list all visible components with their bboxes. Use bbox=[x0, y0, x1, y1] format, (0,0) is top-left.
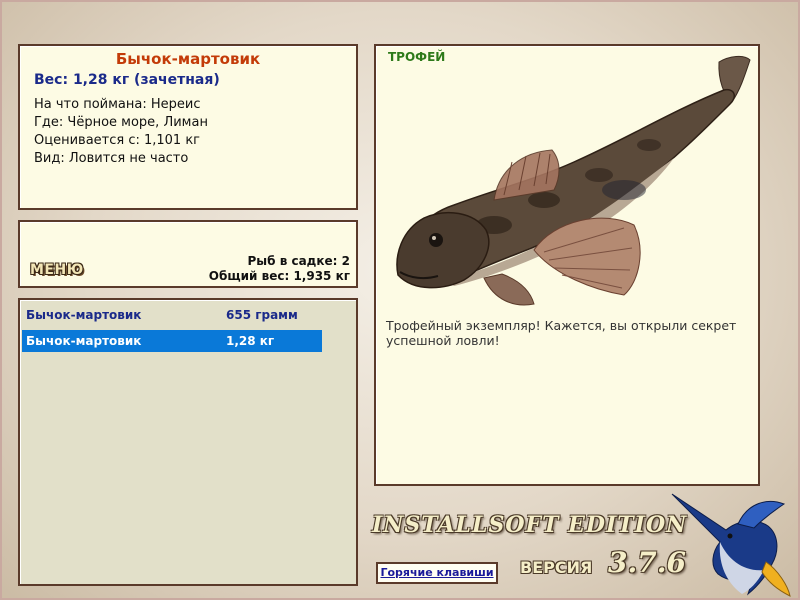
list-item-name: Бычок-мартовик bbox=[26, 334, 142, 348]
menu-panel: МЕНЮ Рыб в садке: 2 Общий вес: 1,935 кг bbox=[18, 220, 358, 288]
total-weight: Общий вес: 1,935 кг bbox=[208, 269, 350, 283]
version-label: ВЕРСИЯ bbox=[520, 558, 593, 577]
bait-line: На что поймана: Нереис bbox=[34, 97, 201, 112]
trophy-tag: ТРОФЕЙ bbox=[388, 50, 446, 64]
list-item[interactable]: Бычок-мартовик 655 грамм bbox=[22, 304, 322, 326]
location-line: Где: Чёрное море, Лиман bbox=[34, 115, 208, 130]
installsoft-logo: INSTALLSOFT EDITION bbox=[372, 512, 688, 538]
trophy-description: Трофейный экземпляр! Кажется, вы открыли… bbox=[386, 318, 737, 348]
trophy-panel: ТРОФЕЙ Трофейный экземпляр! Кажется, вы … bbox=[374, 44, 760, 486]
valued-from-line: Оценивается с: 1,101 кг bbox=[34, 133, 201, 148]
catch-info-panel: Бычок-мартовик Вес: 1,28 кг (зачетная) Н… bbox=[18, 44, 358, 210]
goby-fish-image bbox=[396, 55, 751, 306]
fish-count: Рыб в садке: 2 bbox=[247, 254, 351, 268]
hotkeys-button[interactable]: Горячие клавиши bbox=[376, 562, 498, 584]
keepnet-stats: Рыб в садке: 2 Общий вес: 1,935 кг bbox=[209, 254, 350, 284]
marlin-logo-icon bbox=[671, 493, 791, 597]
list-item-weight: 655 грамм bbox=[226, 308, 298, 322]
menu-button[interactable]: МЕНЮ bbox=[30, 262, 84, 278]
fish-name-title: Бычок-мартовик bbox=[115, 50, 261, 68]
fish-weight: Вес: 1,28 кг (зачетная) bbox=[34, 72, 220, 88]
kind-line: Вид: Ловится не часто bbox=[34, 151, 189, 166]
list-item-selected[interactable]: Бычок-мартовик 1,28 кг bbox=[22, 330, 322, 352]
list-item-weight: 1,28 кг bbox=[226, 334, 275, 348]
list-item-name: Бычок-мартовик bbox=[26, 308, 142, 322]
catch-list: Бычок-мартовик 655 грамм Бычок-мартовик … bbox=[18, 298, 358, 586]
